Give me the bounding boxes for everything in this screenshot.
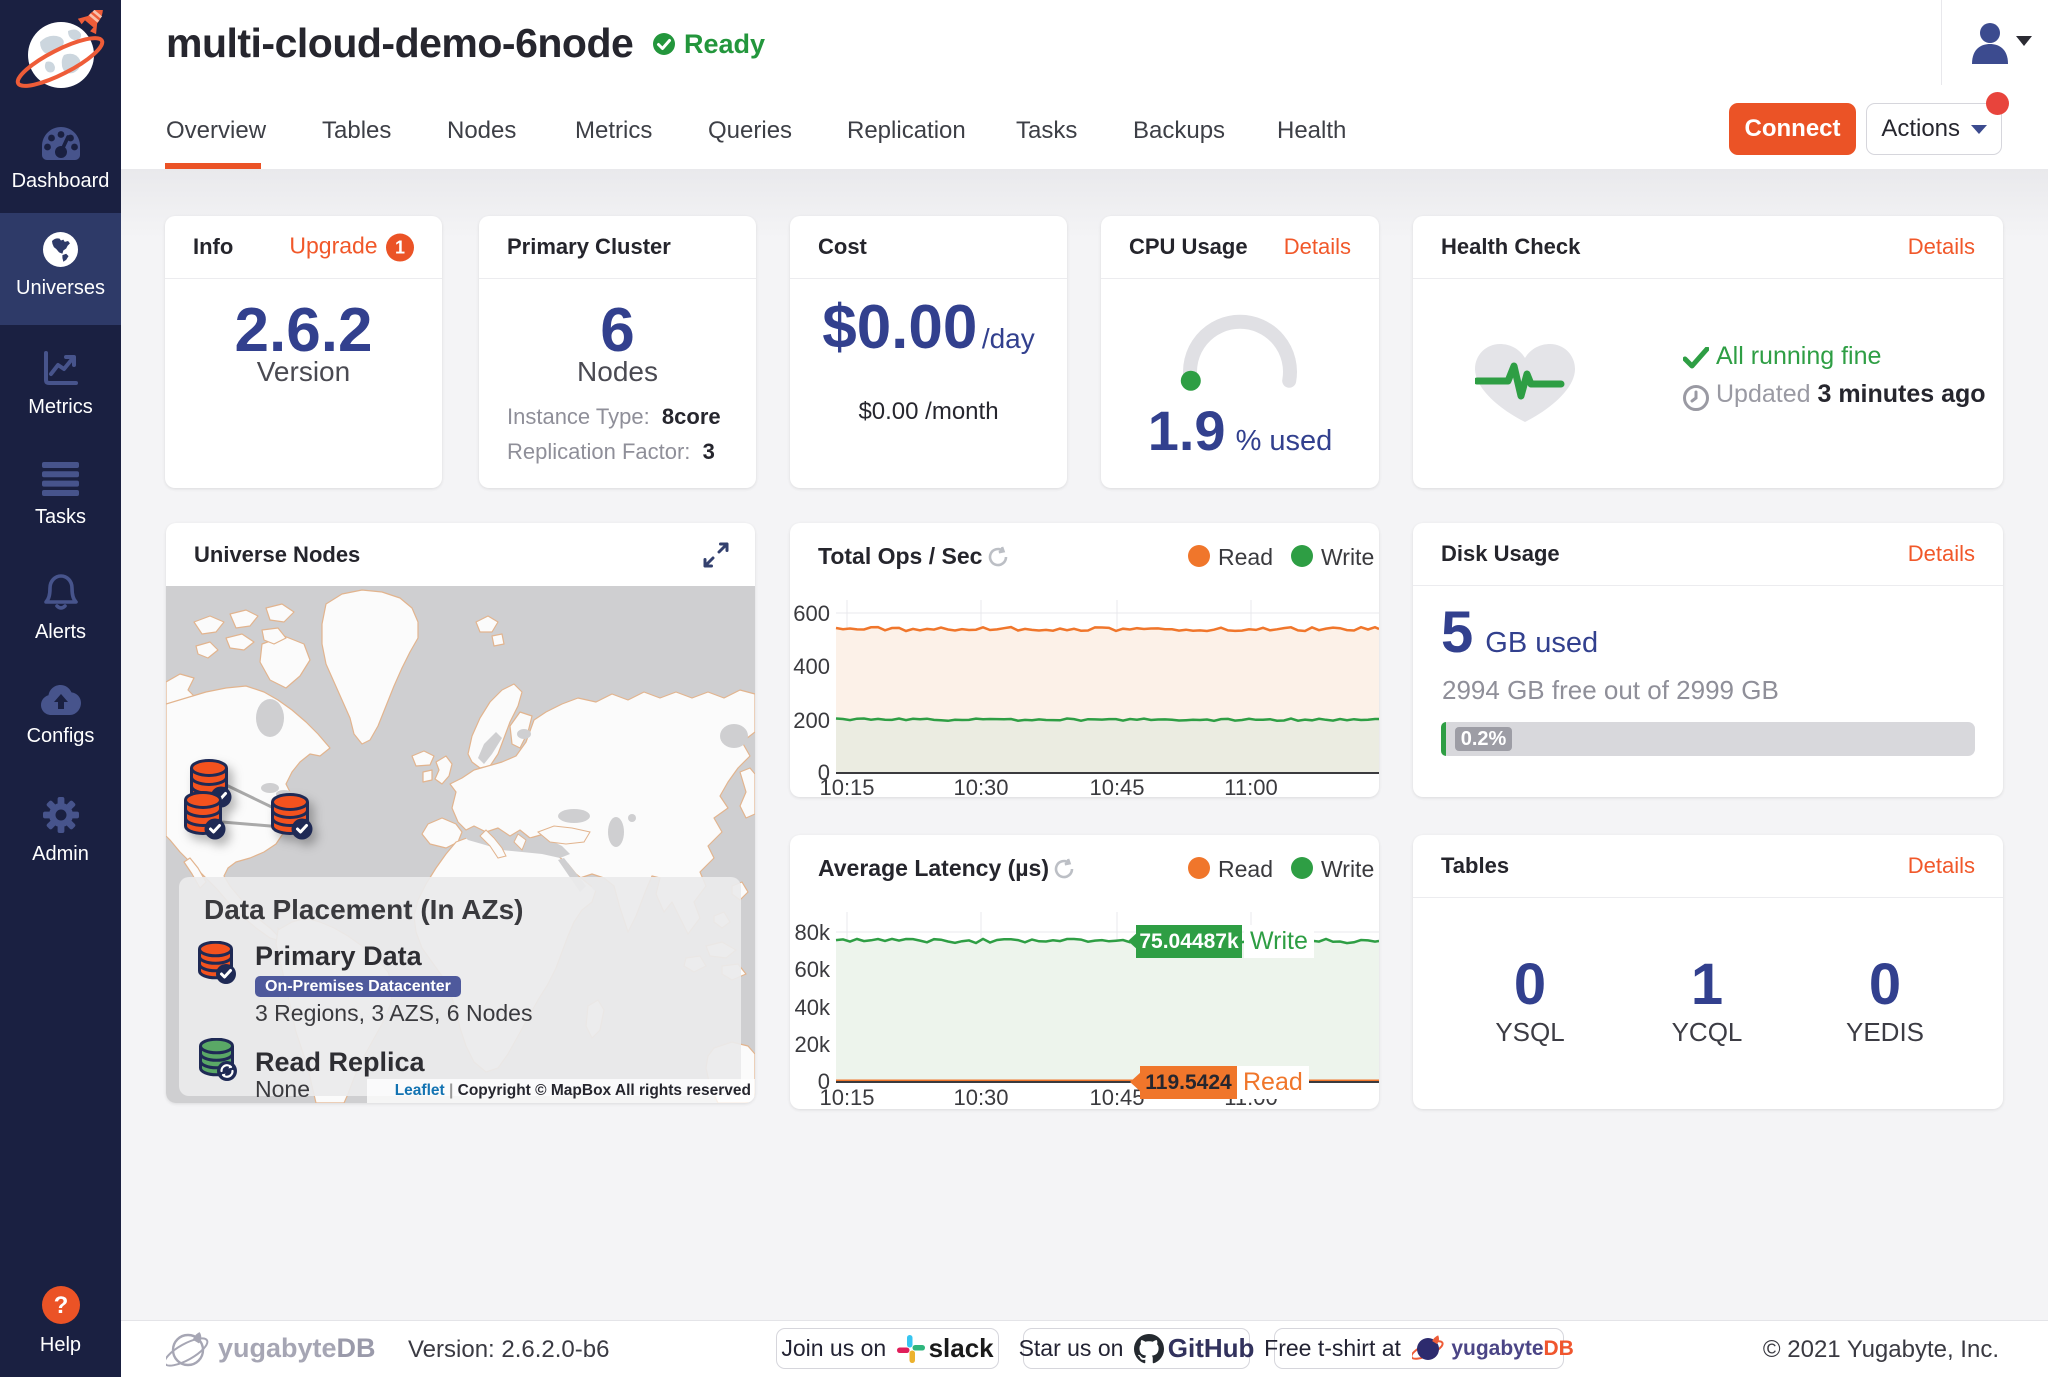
svg-text:10:15: 10:15 <box>819 775 874 797</box>
svg-text:10:45: 10:45 <box>1089 775 1144 797</box>
svg-text:?: ? <box>53 1292 68 1319</box>
svg-text:10:15: 10:15 <box>819 1085 874 1109</box>
svg-text:60k: 60k <box>795 957 831 982</box>
svg-text:400: 400 <box>793 654 830 679</box>
svg-text:11:00: 11:00 <box>1224 775 1277 797</box>
svg-text:10:30: 10:30 <box>953 775 1008 797</box>
svg-text:40k: 40k <box>795 995 831 1020</box>
svg-text:200: 200 <box>793 708 830 733</box>
svg-text:80k: 80k <box>795 920 831 945</box>
svg-text:20k: 20k <box>795 1032 831 1057</box>
svg-text:10:30: 10:30 <box>953 1085 1008 1109</box>
svg-text:600: 600 <box>793 601 830 626</box>
